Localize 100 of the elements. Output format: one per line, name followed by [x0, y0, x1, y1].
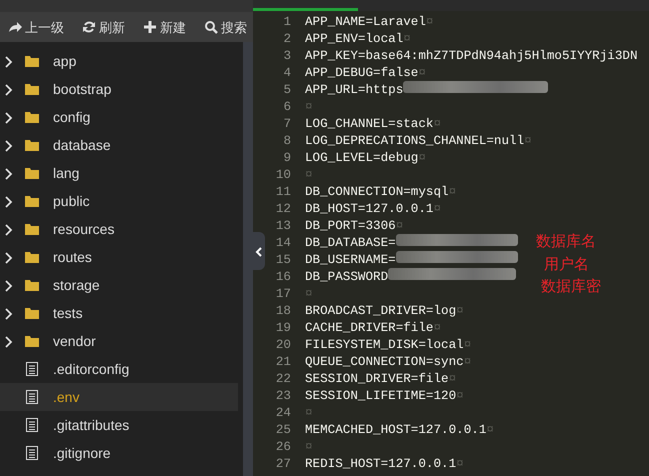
- line-end-marker: ¤: [464, 355, 472, 370]
- line-number: 5: [282, 82, 291, 100]
- chevron-left-icon: [255, 246, 263, 257]
- collapse-sidebar-button[interactable]: [253, 232, 265, 270]
- line-number: 7: [282, 116, 291, 134]
- chevron-right-icon[interactable]: [5, 112, 13, 124]
- line-number: 19: [274, 320, 291, 338]
- file-item[interactable]: .env: [0, 383, 238, 411]
- line-end-marker: ¤: [433, 321, 442, 336]
- line-number: 26: [274, 439, 291, 456]
- new-button[interactable]: 新建: [139, 20, 190, 34]
- line-number: 22: [274, 371, 291, 388]
- line-end-marker: ¤: [456, 304, 464, 318]
- chevron-right-icon[interactable]: [5, 140, 13, 152]
- line-end-marker: ¤: [448, 185, 456, 200]
- line-number: 24: [274, 405, 291, 422]
- folder-icon: [25, 224, 39, 234]
- chevron-right-icon[interactable]: [5, 336, 13, 348]
- line-number: 18: [274, 303, 291, 320]
- code-line: REDIS_HOST=127.0.0.1: [305, 457, 456, 472]
- line-number: 25: [274, 422, 291, 440]
- line-end-marker: ¤: [305, 168, 313, 182]
- plus-icon: [143, 20, 157, 34]
- folder-item[interactable]: public: [0, 187, 238, 215]
- line-end-marker: ¤: [486, 423, 494, 438]
- folder-icon: [25, 84, 39, 94]
- chevron-right-icon[interactable]: [5, 280, 13, 292]
- line-end-marker: ¤: [524, 134, 532, 148]
- file-item[interactable]: .editorconfig: [0, 355, 238, 383]
- code-line: QUEUE_CONNECTION=sync: [305, 355, 464, 370]
- scrollbar-track[interactable]: [243, 42, 253, 476]
- code-line: DB_PASSWORD: [305, 270, 388, 284]
- code-line: APP_KEY=base64:mhZ7TDPdN94ahj5Hlmo5IYYRji3DN: [305, 49, 638, 64]
- code-line: SESSION_DRIVER=file: [305, 372, 449, 386]
- folder-item[interactable]: resources: [0, 215, 238, 243]
- line-end-marker: ¤: [305, 100, 313, 114]
- folder-item[interactable]: routes: [0, 243, 238, 271]
- line-number: 9: [282, 150, 291, 168]
- folder-icon: [25, 252, 39, 262]
- chevron-right-icon[interactable]: [5, 196, 13, 208]
- line-number: 27: [274, 456, 291, 474]
- line-number: 16: [274, 269, 291, 286]
- annotation-text: 数据库密: [541, 279, 601, 294]
- document-icon: [25, 446, 39, 460]
- folder-item[interactable]: storage: [0, 271, 238, 299]
- line-number: 1: [282, 14, 291, 32]
- folder-item[interactable]: vendor: [0, 327, 238, 355]
- chevron-right-icon[interactable]: [5, 308, 13, 320]
- document-icon: [25, 362, 39, 376]
- code-line: DB_DATABASE=: [305, 236, 396, 250]
- folder-icon: [25, 280, 39, 290]
- line-number: 20: [274, 337, 291, 354]
- line-end-marker: ¤: [464, 338, 472, 352]
- up-button[interactable]: 上一级: [4, 20, 68, 34]
- chevron-right-icon[interactable]: [5, 84, 13, 96]
- code-line: CACHE_DRIVER=file: [305, 321, 434, 336]
- file-item[interactable]: .gitignore: [0, 439, 238, 467]
- code-line: DB_PORT=3306: [305, 219, 396, 234]
- folder-icon: [25, 168, 39, 178]
- file-item[interactable]: .gitattributes: [0, 411, 238, 439]
- line-end-marker: ¤: [396, 219, 404, 234]
- document-icon: [25, 418, 39, 432]
- folder-item[interactable]: tests: [0, 299, 238, 327]
- folder-item[interactable]: lang: [0, 159, 238, 187]
- chevron-right-icon[interactable]: [5, 252, 13, 264]
- folder-icon: [25, 336, 39, 346]
- chevron-right-icon[interactable]: [5, 224, 13, 236]
- code-line: APP_NAME=Laravel: [305, 15, 426, 30]
- line-end-marker: ¤: [418, 66, 426, 80]
- annotation-text: 数据库名: [536, 234, 596, 249]
- line-end-marker: ¤: [403, 32, 411, 46]
- line-end-marker: ¤: [426, 15, 434, 30]
- line-number: 6: [282, 99, 291, 116]
- line-end-marker: ¤: [305, 406, 313, 420]
- folder-item[interactable]: app: [0, 47, 238, 75]
- code-line: MEMCACHED_HOST=127.0.0.1: [305, 423, 486, 438]
- code-line: DB_CONNECTION=mysql: [305, 185, 449, 200]
- line-number: 11: [274, 184, 291, 202]
- folder-icon: [25, 112, 39, 122]
- line-number: 8: [282, 133, 291, 150]
- code-line: DB_HOST=127.0.0.1: [305, 202, 434, 216]
- folder-item[interactable]: bootstrap: [0, 75, 238, 103]
- line-end-marker: ¤: [305, 440, 313, 454]
- folder-icon: [25, 196, 39, 206]
- line-end-marker: ¤: [456, 457, 464, 472]
- line-end-marker: ¤: [433, 202, 442, 216]
- code-line: APP_DEBUG=false: [305, 66, 418, 80]
- search-icon: [204, 20, 218, 34]
- refresh-button[interactable]: 刷新: [78, 20, 129, 34]
- search-button[interactable]: 搜索: [200, 20, 251, 34]
- line-number: 3: [282, 48, 291, 66]
- annotation-text: 用户名: [544, 257, 589, 272]
- line-end-marker: ¤: [418, 151, 426, 166]
- code-line: APP_URL=https: [305, 83, 404, 98]
- chevron-right-icon[interactable]: [5, 168, 13, 180]
- folder-item[interactable]: database: [0, 131, 238, 159]
- chevron-right-icon[interactable]: [5, 56, 13, 68]
- line-number: 17: [274, 286, 291, 304]
- folder-item[interactable]: config: [0, 103, 238, 131]
- refresh-icon: [82, 20, 96, 34]
